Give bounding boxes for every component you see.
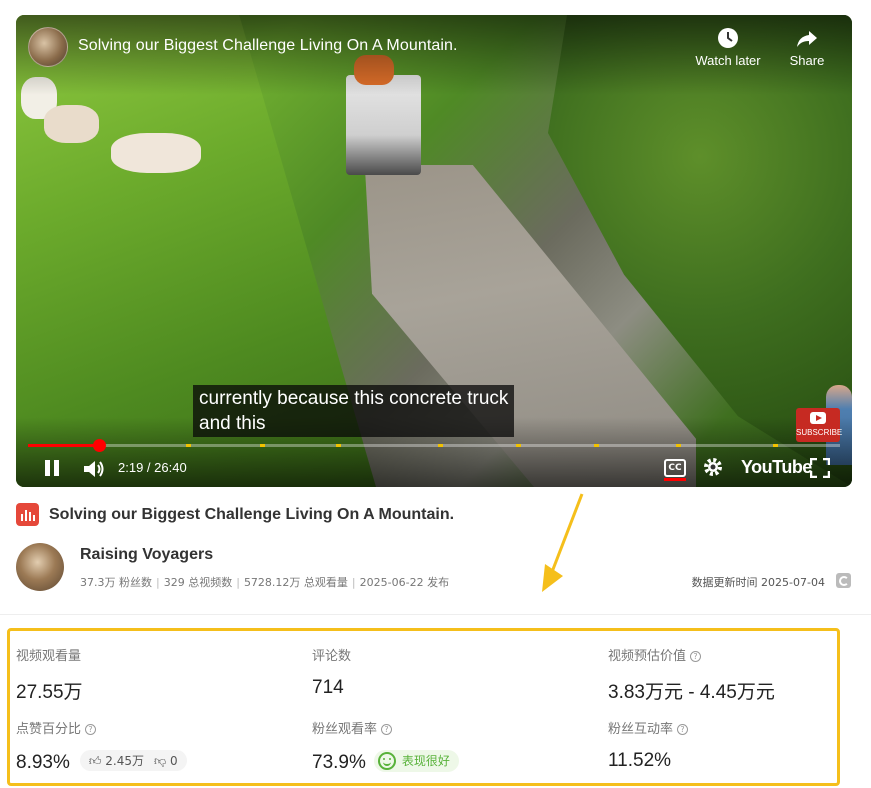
metric-label-wrap: 粉丝观看率? [312,718,459,737]
caption-line: currently because this concrete truck [199,388,509,409]
video-title[interactable]: Solving our Biggest Challenge Living On … [49,506,454,524]
metric-label-wrap: 点赞百分比? [16,718,187,737]
video-frame-cow [111,133,201,173]
chapter-marker [336,444,341,447]
player-video-title[interactable]: Solving our Biggest Challenge Living On … [78,37,458,55]
metric-value: 8.93% [16,752,70,773]
section-divider [0,614,871,615]
time-display: 2:19 / 26:40 [118,460,187,475]
video-info-title-row: Solving our Biggest Challenge Living On … [16,503,454,526]
video-player[interactable]: Solving our Biggest Challenge Living On … [16,15,852,487]
thumbs-down-icon: 👎︎ [153,754,167,768]
metric-label: 点赞百分比 [16,722,82,737]
thumbs-up-icon: 👍︎ [88,754,102,768]
performance-badge-label: 表现很好 [401,754,450,768]
help-icon[interactable]: ? [677,724,689,735]
gear-icon[interactable] [702,456,724,478]
share-button[interactable]: Share [784,27,830,68]
like-count: 2.45万 [105,754,144,768]
chapter-marker [676,444,681,447]
chapter-marker [773,444,778,447]
subscriber-count: 37.3万 粉丝数 [80,576,152,589]
metric-value: 3.83万元 - 4.45万元 [608,682,775,703]
clock-icon [718,28,738,48]
metric-label: 评论数 [312,649,352,664]
watch-later-label: Watch later [695,53,761,68]
bar-chart-icon [16,503,39,526]
metric-fan-engagement: 粉丝互动率? 11.52% [608,718,689,772]
caption-line: and this [199,413,266,434]
metric-like-ratio: 点赞百分比? 8.93% 👍︎ 2.45万 👎︎ 0 [16,718,187,774]
publish-date: 2025-06-22 发布 [359,576,450,589]
metric-views: 视频观看量 27.55万 [16,645,83,704]
metric-label: 粉丝观看率 [312,722,378,737]
data-update-time: 数据更新时间 2025-07-04 [691,576,825,589]
progress-played [28,444,99,447]
metric-value: 27.55万 [16,682,83,703]
watch-later-button[interactable]: Watch later [692,27,764,68]
metric-value-row: 8.93% 👍︎ 2.45万 👎︎ 0 [16,750,187,774]
metric-comments: 评论数 714 [312,645,351,699]
volume-icon[interactable] [82,458,106,480]
pause-button[interactable] [42,458,62,478]
metric-value-row: 73.9% 表现很好 [312,750,459,774]
metric-value: 73.9% [312,752,366,773]
progress-bar[interactable] [28,439,840,452]
total-views: 5728.12万 总观看量 [243,576,348,589]
like-dislike-pill: 👍︎ 2.45万 👎︎ 0 [79,750,187,771]
subscribe-watermark[interactable]: SUBSCRIBE [796,408,842,442]
metric-fan-view-rate: 粉丝观看率? 73.9% 表现很好 [312,718,459,774]
chapter-marker [186,444,191,447]
video-frame-cow [44,105,99,143]
share-arrow-icon [797,31,817,47]
metric-value: 714 [312,677,344,698]
metric-label: 视频观看量 [16,649,82,664]
channel-avatar[interactable] [28,27,68,67]
channel-stats: 37.3万 粉丝数 | 329 总视频数 | 5728.12万 总观看量 | 2025-06… [80,576,450,589]
help-icon[interactable]: ? [85,724,97,735]
metrics-panel: 视频观看量 27.55万 评论数 714 视频预估价值? 3.83万元 - 4.… [7,628,840,786]
share-label: Share [789,53,825,68]
progress-scrubber[interactable] [92,439,106,452]
chapter-marker [260,444,265,447]
chapter-marker [516,444,521,447]
performance-badge: 表现很好 [373,750,459,772]
chapter-marker [594,444,599,447]
help-icon[interactable]: ? [690,651,702,662]
chapter-marker [438,444,443,447]
refresh-icon[interactable] [836,573,851,588]
cc-icon[interactable]: CC [664,459,686,481]
metric-estimated-value: 视频预估价值? 3.83万元 - 4.45万元 [608,645,775,704]
metric-value: 11.52% [608,750,672,771]
metric-label-wrap: 视频预估价值? [608,645,775,664]
metric-label: 视频预估价值 [608,649,687,664]
channel-avatar[interactable] [16,543,64,591]
video-count: 329 总视频数 [163,576,233,589]
fullscreen-icon[interactable] [810,458,830,478]
annotation-arrow [542,493,584,592]
metric-label-wrap: 粉丝互动率? [608,718,689,737]
smile-icon [377,752,396,770]
closed-caption: currently because this concrete truck an… [193,385,515,437]
metric-label: 粉丝互动率 [608,722,674,737]
help-icon[interactable]: ? [381,724,393,735]
channel-name[interactable]: Raising Voyagers [80,546,213,564]
youtube-logo[interactable]: YouTube [741,457,812,478]
dislike-count: 0 [170,754,178,768]
